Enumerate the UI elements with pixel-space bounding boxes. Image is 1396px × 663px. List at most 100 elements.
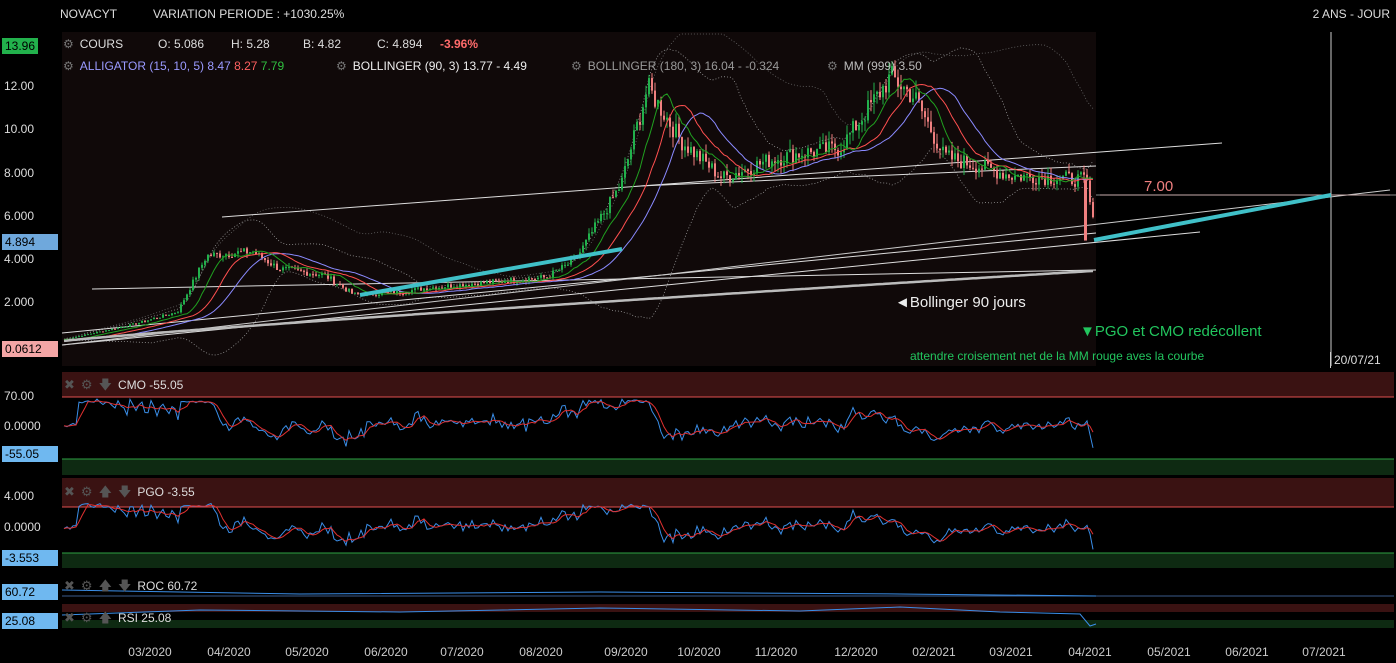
candle-body (990, 163, 992, 168)
legend-bollinger-90[interactable]: ⚙ BOLLINGER (90, 3) 13.77 - 4.49 (336, 59, 527, 73)
candle-body (279, 269, 281, 271)
pgo-value-label: -3.553 (2, 550, 58, 566)
arrow-up-icon[interactable]: 🡅 (99, 484, 112, 499)
candle-body (423, 288, 425, 291)
candle-body (669, 117, 671, 127)
gear-icon[interactable]: ⚙ (81, 610, 93, 625)
candle-body (1023, 175, 1025, 181)
arrow-up-icon[interactable]: 🡅 (99, 610, 112, 625)
gear-icon[interactable]: ⚙ (63, 59, 74, 73)
candle-body (186, 294, 188, 301)
candle-body (72, 337, 74, 339)
candle-body (414, 288, 416, 291)
candle-body (597, 221, 599, 223)
candle-body (729, 175, 731, 182)
candle-body (312, 274, 314, 276)
pgo-title: PGO -3.55 (137, 485, 195, 499)
candle-body (1011, 177, 1013, 180)
candle-body (198, 267, 200, 278)
candle-body (162, 314, 164, 318)
candle-body (882, 85, 884, 98)
candle-body (585, 239, 587, 246)
candle-body (417, 287, 419, 289)
rsi-value-label: 25.08 (2, 613, 58, 629)
arrow-down-icon[interactable]: 🡇 (118, 578, 131, 593)
candle-body (135, 323, 137, 325)
candle-body (540, 275, 542, 278)
candle-body (633, 130, 635, 150)
candle-body (1083, 172, 1085, 175)
candle-body (1020, 175, 1022, 181)
gear-icon[interactable]: ⚙ (81, 377, 93, 392)
candle-body (672, 126, 674, 138)
candle-body (765, 154, 767, 162)
candle-body (348, 288, 350, 292)
candle-body (954, 153, 956, 160)
candle-body (1074, 184, 1076, 187)
candle-body (966, 155, 968, 166)
gear-icon[interactable]: ⚙ (827, 59, 838, 73)
panel-band-oversold (62, 553, 1394, 568)
x-tick-label: 09/2020 (604, 645, 648, 659)
candle-body (960, 161, 962, 169)
main-panel-shade-future (1096, 32, 1332, 366)
candle-body (105, 330, 107, 332)
close-icon[interactable]: ✖ (64, 610, 75, 625)
legend-bollinger-180-name: BOLLINGER (180, 3) (587, 59, 702, 73)
arrow-up-icon[interactable]: 🡅 (99, 578, 112, 593)
candle-body (558, 269, 560, 271)
close-icon[interactable]: ✖ (64, 377, 75, 392)
gear-icon[interactable]: ⚙ (81, 578, 93, 593)
candle-body (219, 253, 221, 258)
candle-body (864, 120, 866, 122)
candle-body (915, 92, 917, 99)
legend-alligator[interactable]: ⚙ ALLIGATOR (15, 10, 5) 8.47 8.27 7.79 (63, 59, 284, 73)
x-tick-label: 03/2021 (989, 645, 1033, 659)
candle-body (87, 334, 89, 336)
close-icon[interactable]: ✖ (64, 578, 75, 593)
candle-body (723, 171, 725, 178)
candle-body (498, 280, 500, 282)
rsi-panel-header[interactable]: ✖ ⚙ 🡅 RSI 25.08 (64, 609, 171, 631)
candle-body (615, 190, 617, 198)
x-tick-label: 05/2020 (285, 645, 329, 659)
pgo-panel-header[interactable]: ✖ ⚙ 🡅 🡇 PGO -3.55 (64, 483, 195, 505)
candle-body (852, 121, 854, 133)
arrow-down-icon[interactable]: 🡇 (118, 484, 131, 499)
candle-body (663, 115, 665, 120)
candle-body (861, 121, 863, 125)
timeframe-label[interactable]: 2 ANS - JOUR (1313, 7, 1390, 21)
candle-body (618, 189, 620, 191)
candle-body (141, 320, 143, 323)
candle-body (888, 74, 890, 93)
candle-body (921, 100, 923, 112)
candle-body (84, 334, 86, 336)
legend-mm[interactable]: ⚙ MM (999) 3.50 (827, 59, 922, 73)
legend-bollinger-180[interactable]: ⚙ BOLLINGER (180, 3) 16.04 - -0.324 (571, 59, 779, 73)
candle-body (924, 111, 926, 118)
candle-body (153, 318, 155, 320)
candle-body (213, 252, 215, 257)
gear-icon[interactable]: ⚙ (336, 59, 347, 73)
candle-body (591, 232, 593, 234)
gear-icon[interactable]: ⚙ (571, 59, 582, 73)
candle-body (645, 94, 647, 108)
candle-body (534, 278, 536, 280)
cmo-panel-header[interactable]: ✖ ⚙ 🡇 CMO -55.05 (64, 376, 183, 398)
candle-body (732, 179, 734, 182)
candle-body (711, 163, 713, 168)
x-tick-label: 10/2020 (677, 645, 721, 659)
candle-body (315, 274, 317, 276)
candle-body (1014, 175, 1016, 180)
close-icon[interactable]: ✖ (64, 484, 75, 499)
roc-panel-header[interactable]: ✖ ⚙ 🡅 🡇 ROC 60.72 (64, 577, 197, 599)
gear-icon[interactable]: ⚙ (81, 484, 93, 499)
y-tick-label: 10.00 (4, 122, 35, 137)
gear-icon[interactable]: ⚙ (63, 37, 74, 51)
candle-body (873, 94, 875, 103)
x-tick-label: 05/2021 (1147, 645, 1191, 659)
candle-body (486, 281, 488, 284)
legend-cours[interactable]: ⚙ COURS (63, 37, 123, 51)
arrow-down-icon[interactable]: 🡇 (99, 377, 112, 392)
rsi-band-bottom (62, 620, 1394, 628)
